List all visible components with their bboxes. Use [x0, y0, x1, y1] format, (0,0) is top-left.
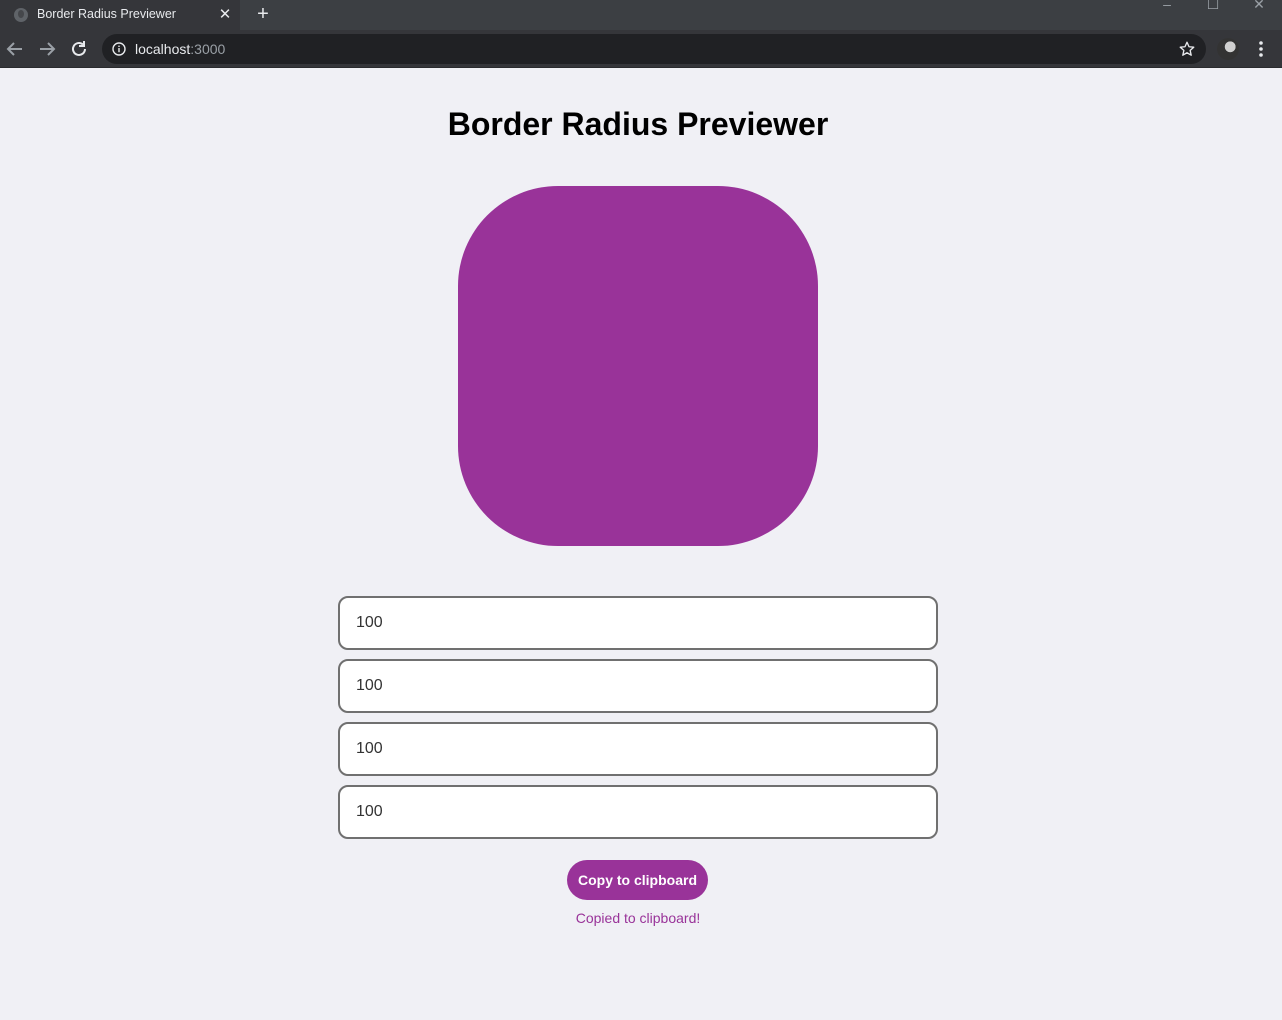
browser-titlebar: Border Radius Previewer ✕ + – ☐ ✕: [0, 0, 1282, 30]
url-port: :3000: [190, 41, 226, 57]
bookmark-star-icon[interactable]: [1178, 40, 1196, 58]
window-close-icon[interactable]: ✕: [1247, 0, 1271, 12]
radius-input-1[interactable]: [340, 598, 936, 648]
radius-field-top-left[interactable]: [338, 596, 938, 650]
profile-avatar[interactable]: [1217, 38, 1239, 60]
radius-input-3[interactable]: [340, 724, 936, 774]
globe-icon: [14, 8, 28, 22]
page-title: Border Radius Previewer: [447, 106, 829, 142]
address-bar[interactable]: localhost:3000: [102, 34, 1206, 64]
info-icon[interactable]: [112, 42, 126, 56]
minimize-icon[interactable]: –: [1155, 0, 1179, 12]
browser-toolbar: localhost:3000: [0, 30, 1282, 68]
radius-field-top-right[interactable]: [338, 659, 938, 713]
maximize-icon[interactable]: ☐: [1201, 0, 1225, 12]
page-content: Border Radius Previewer Copy to clipboar…: [0, 68, 1282, 1020]
reload-icon[interactable]: [67, 37, 91, 61]
radius-field-bottom-left[interactable]: [338, 785, 938, 839]
radius-input-4[interactable]: [340, 787, 936, 837]
radius-field-bottom-right[interactable]: [338, 722, 938, 776]
copy-to-clipboard-button[interactable]: Copy to clipboard: [567, 860, 708, 900]
url-host: localhost: [135, 41, 191, 57]
border-radius-preview-box: [458, 186, 818, 546]
kebab-menu-icon[interactable]: [1251, 38, 1271, 60]
new-tab-icon[interactable]: +: [252, 3, 274, 25]
tab-title: Border Radius Previewer: [37, 7, 176, 21]
forward-arrow-icon[interactable]: [35, 37, 59, 61]
back-arrow-icon[interactable]: [3, 37, 27, 61]
tab-close-icon[interactable]: ✕: [216, 6, 234, 24]
copied-status-message: Copied to clipboard!: [575, 910, 701, 926]
browser-tab[interactable]: Border Radius Previewer ✕: [0, 0, 240, 30]
url-text: localhost:3000: [135, 41, 225, 57]
radius-input-2[interactable]: [340, 661, 936, 711]
